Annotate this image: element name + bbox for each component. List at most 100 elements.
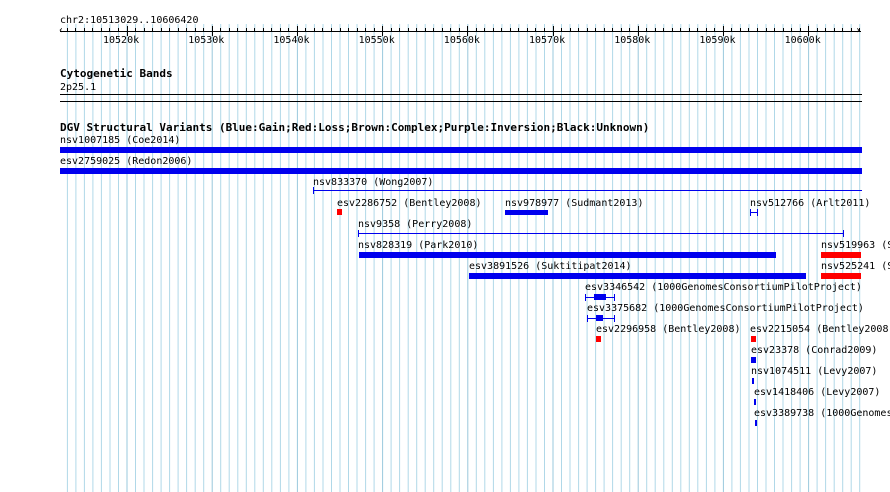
feature-label: esv3375682 (1000GenomesConsortiumPilotPr… — [587, 303, 864, 314]
ruler-minor-tick — [66, 28, 68, 32]
ruler-tick-label: 10600k — [784, 35, 821, 46]
ruler-minor-tick — [407, 28, 409, 32]
feature-cap — [358, 230, 359, 237]
ruler-minor-tick — [305, 28, 307, 32]
ruler-minor-tick — [254, 28, 256, 32]
feature-cap — [585, 294, 586, 301]
ruler-minor-tick — [237, 28, 239, 32]
ruler-tick-label: 10590k — [699, 35, 736, 46]
feature-glyph[interactable] — [505, 210, 548, 215]
feature-label: esv1418406 (Levy2007) — [754, 387, 881, 398]
feature-glyph[interactable] — [60, 168, 862, 174]
feature-cap — [587, 315, 588, 322]
ruler-minor-tick — [143, 28, 145, 32]
ruler-minor-tick — [220, 28, 222, 32]
ruler-minor-tick — [356, 28, 358, 32]
ruler-minor-tick — [416, 28, 418, 32]
ruler-minor-tick — [450, 28, 452, 32]
ruler-tick-label: 10580k — [614, 35, 651, 46]
feature-glyph[interactable] — [314, 190, 862, 191]
ruler-tick-label: 10550k — [358, 35, 395, 46]
feature-label: nsv978977 (Sudmant2013) — [505, 198, 644, 209]
cytoband-line-bottom — [60, 101, 862, 102]
feature-glyph[interactable] — [359, 233, 844, 234]
ruler-minor-tick — [169, 28, 171, 32]
ruler-tick-label: 10540k — [273, 35, 310, 46]
ruler-minor-tick — [135, 28, 137, 32]
ruler-minor-tick — [203, 28, 205, 32]
ruler-minor-tick — [330, 28, 332, 32]
feature-glyph[interactable] — [337, 209, 342, 215]
ruler-minor-tick — [245, 28, 247, 32]
ruler-minor-tick — [492, 28, 494, 32]
ruler-minor-tick — [279, 28, 281, 32]
ruler-minor-tick — [748, 28, 750, 32]
feature-label: nsv519963 (S — [821, 240, 890, 251]
ruler-minor-tick — [501, 28, 503, 32]
feature-glyph[interactable] — [359, 252, 776, 258]
ruler-tick-label: 10570k — [529, 35, 566, 46]
ruler-minor-tick — [433, 28, 435, 32]
feature-glyph[interactable] — [755, 420, 757, 426]
feature-glyph[interactable] — [596, 336, 601, 342]
feature-glyph[interactable] — [821, 252, 861, 258]
ruler-minor-tick — [561, 28, 563, 32]
dgv-track-title[interactable]: DGV Structural Variants (Blue:Gain;Red:L… — [60, 122, 649, 134]
ruler-minor-tick — [833, 28, 835, 32]
ruler-minor-tick — [646, 28, 648, 32]
ruler-minor-tick — [186, 28, 188, 32]
ruler-minor-tick — [475, 28, 477, 32]
feature-label: esv3346542 (1000GenomesConsortiumPilotPr… — [585, 282, 862, 293]
ruler-minor-tick — [586, 28, 588, 32]
ruler-minor-tick — [228, 28, 230, 32]
feature-label: esv2286752 (Bentley2008) — [337, 198, 482, 209]
ruler-minor-tick — [322, 28, 324, 32]
ruler-minor-tick — [348, 28, 350, 32]
ruler-tick-label: 10560k — [443, 35, 480, 46]
feature-label: esv3389738 (1000Genomes — [754, 408, 890, 419]
cytoband-track-title[interactable]: Cytogenetic Bands — [60, 68, 173, 80]
ruler-minor-tick — [629, 28, 631, 32]
ruler-minor-tick — [288, 28, 290, 32]
ruler-minor-tick — [526, 28, 528, 32]
ruler-minor-tick — [620, 28, 622, 32]
ruler-minor-tick — [109, 28, 111, 32]
ruler-minor-tick — [262, 28, 264, 32]
cytoband-line-top — [60, 94, 862, 95]
ruler-minor-tick — [365, 28, 367, 32]
feature-glyph[interactable] — [60, 147, 862, 153]
feature-glyph[interactable] — [752, 378, 754, 384]
feature-cap — [757, 209, 758, 216]
ruler-minor-tick — [782, 28, 784, 32]
feature-cap — [750, 209, 751, 216]
ruler-minor-tick — [774, 28, 776, 32]
feature-glyph[interactable] — [751, 336, 756, 342]
ruler-minor-tick — [714, 28, 716, 32]
feature-glyph[interactable] — [469, 273, 806, 279]
ruler-minor-tick — [75, 28, 77, 32]
ruler-minor-tick — [424, 28, 426, 32]
ruler-minor-tick — [373, 28, 375, 32]
cytoband-label: 2p25.1 — [60, 82, 97, 93]
feature-glyph[interactable] — [754, 399, 756, 405]
ruler-minor-tick — [791, 28, 793, 32]
ruler-minor-tick — [177, 28, 179, 32]
ruler-left-arrow: ‹ — [58, 25, 65, 36]
feature-label: nsv1074511 (Levy2007) — [751, 366, 878, 377]
ruler-minor-tick — [859, 28, 861, 32]
ruler-minor-tick — [663, 28, 665, 32]
ruler-minor-tick — [842, 28, 844, 32]
ruler-minor-tick — [799, 28, 801, 32]
ruler-minor-tick — [765, 28, 767, 32]
ruler-minor-tick — [100, 28, 102, 32]
ruler-minor-tick — [484, 28, 486, 32]
ruler-minor-tick — [441, 28, 443, 32]
feature-glyph[interactable] — [821, 273, 861, 279]
ruler-minor-tick — [739, 28, 741, 32]
feature-label: nsv833370 (Wong2007) — [313, 177, 434, 188]
feature-glyph[interactable] — [751, 357, 756, 363]
ruler-minor-tick — [399, 28, 401, 32]
ruler-minor-tick — [509, 28, 511, 32]
ruler-minor-tick — [671, 28, 673, 32]
ruler-minor-tick — [697, 28, 699, 32]
